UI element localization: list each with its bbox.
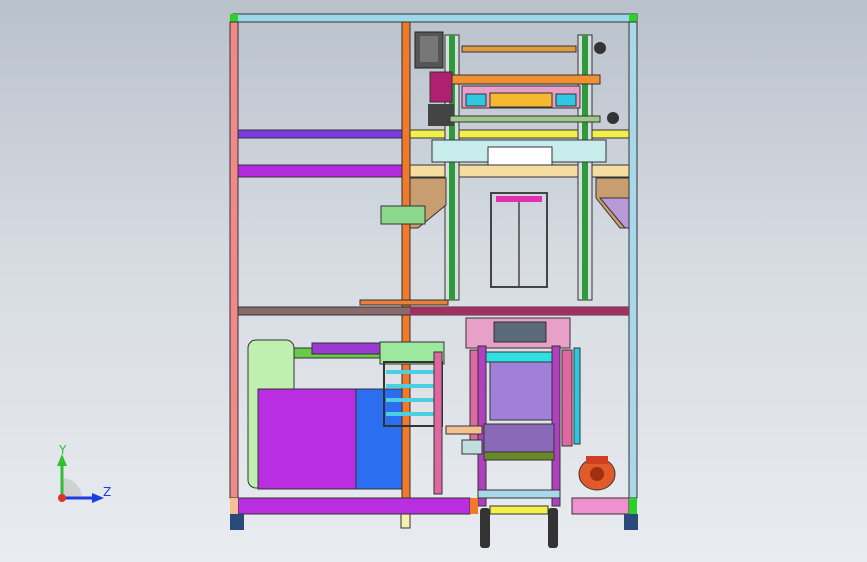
exchanger-fin-3 xyxy=(386,398,440,402)
triad-plane-icon xyxy=(62,478,82,498)
left-shelf-1 xyxy=(237,129,403,139)
carriage-cyl-left xyxy=(465,93,487,107)
lower-bracket xyxy=(445,425,483,435)
coordinate-triad-icon[interactable] xyxy=(40,436,120,516)
top-motor-fins xyxy=(420,36,438,62)
cylinder-purple xyxy=(311,342,387,355)
hanging-cage-top xyxy=(496,196,542,202)
machine-assembly-model[interactable] xyxy=(0,0,867,562)
middle-beam-right xyxy=(410,307,629,315)
origin-icon xyxy=(58,494,66,502)
carriage-block xyxy=(489,92,553,108)
right-shelf-cream xyxy=(409,164,630,178)
frame-left-post xyxy=(229,21,239,499)
lower-shaft xyxy=(449,115,601,123)
lower-bracket-2 xyxy=(461,439,483,455)
right-shelf-yellow xyxy=(409,129,630,139)
middle-rod xyxy=(359,299,449,306)
base-corner-right xyxy=(629,498,637,514)
shelf-bracket-center xyxy=(487,146,553,166)
top-carriage-beam xyxy=(451,74,601,85)
exchanger-fin-2 xyxy=(386,384,440,388)
wheel-right xyxy=(548,508,558,548)
base-cart-rail xyxy=(477,489,561,499)
foot-center xyxy=(400,513,411,529)
left-hopper-box xyxy=(380,205,426,225)
right-spring-post xyxy=(561,349,573,447)
cart-tray xyxy=(483,451,555,461)
foot-left xyxy=(230,514,244,530)
z-axis-label: Z xyxy=(103,485,112,499)
lower-pink-post xyxy=(433,351,443,495)
control-box-magenta xyxy=(257,388,357,490)
exchanger-fin-4 xyxy=(386,412,440,416)
right-hopper-inner xyxy=(598,197,630,229)
press-ring xyxy=(479,351,561,363)
frame-top-beam xyxy=(232,13,638,23)
right-pulley xyxy=(607,112,619,124)
cart-body xyxy=(483,423,555,453)
top-shaft xyxy=(461,45,577,53)
base-corner-left xyxy=(230,498,238,514)
wheel-left xyxy=(480,508,490,548)
foot-right xyxy=(624,514,638,530)
frame-corner-tl xyxy=(230,14,238,22)
carriage-cyl-right xyxy=(555,93,577,107)
exchanger-fin-1 xyxy=(386,370,440,374)
control-box-blue xyxy=(355,388,403,490)
base-cart-plate xyxy=(489,505,549,515)
base-joint xyxy=(470,498,478,514)
gearbox xyxy=(428,104,454,126)
press-head-core xyxy=(493,321,547,343)
side-motor xyxy=(429,71,453,103)
frame-right-post xyxy=(628,21,638,499)
pump-head xyxy=(586,456,608,464)
frame-corner-tr xyxy=(629,14,637,22)
y-axis-label: Y xyxy=(59,443,67,457)
right-guide xyxy=(573,347,581,445)
base-right xyxy=(571,497,630,515)
left-shelf-2 xyxy=(237,164,403,178)
cad-viewport[interactable]: Y Z xyxy=(0,0,867,562)
base-left xyxy=(237,497,471,515)
top-right-pulley xyxy=(594,42,606,54)
pump-hub xyxy=(590,467,604,481)
